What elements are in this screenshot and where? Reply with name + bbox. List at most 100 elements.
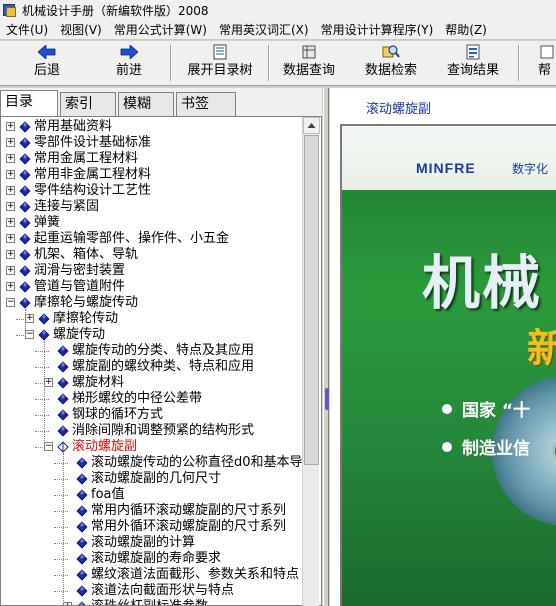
- tab-bookmarks[interactable]: 书签: [176, 92, 236, 116]
- scroll-up-button[interactable]: [303, 117, 320, 134]
- back-button[interactable]: 后退: [24, 43, 70, 83]
- tree-item-label: 螺旋传动: [53, 327, 106, 342]
- tree-item[interactable]: 滚动螺旋传动的公称直径d0和基本导: [1, 455, 321, 471]
- toolbar: 后退 前进 展开目录树 数据查询 数据检索 查询结果 帮: [0, 41, 556, 86]
- book-diamond-icon: [19, 169, 31, 181]
- menu-glossary[interactable]: 常用英汉词汇(X): [213, 20, 315, 40]
- expand-icon[interactable]: +: [44, 378, 53, 387]
- collapse-icon[interactable]: −: [25, 330, 34, 339]
- expand-icon[interactable]: +: [25, 314, 34, 323]
- tree-item[interactable]: 常用内循环滚动螺旋副的尺寸系列: [1, 503, 321, 519]
- expand-icon[interactable]: +: [6, 282, 15, 291]
- menu-help[interactable]: 帮助(Z): [439, 20, 493, 40]
- tree-item-label: 机架、箱体、导轨: [34, 247, 139, 262]
- tab-fuzzy[interactable]: 模糊: [118, 92, 174, 116]
- book-diamond-icon: [76, 569, 88, 581]
- expand-icon[interactable]: +: [6, 138, 15, 147]
- menu-view[interactable]: 视图(V): [54, 20, 108, 40]
- book-diamond-icon: [76, 489, 88, 501]
- tree-item[interactable]: 螺旋副的螺纹种类、特点和应用: [1, 359, 321, 375]
- expand-icon[interactable]: +: [6, 250, 15, 259]
- book-diamond-icon: [57, 361, 69, 373]
- tree-item[interactable]: + 常用非金属工程材料: [1, 167, 321, 183]
- cover-banner: [342, 126, 556, 190]
- tree-connector: [54, 591, 68, 592]
- tree-item[interactable]: − 滚动螺旋副: [1, 439, 321, 455]
- book-diamond-icon: [38, 313, 50, 325]
- tree-connector: [35, 415, 49, 416]
- expand-icon[interactable]: +: [6, 202, 15, 211]
- expand-icon[interactable]: +: [6, 186, 15, 195]
- result-list-icon: [464, 43, 482, 61]
- tree-item[interactable]: + 常用金属工程材料: [1, 151, 321, 167]
- tree-item[interactable]: 梯形螺纹的中径公差带: [1, 391, 321, 407]
- tree-item[interactable]: + 零件结构设计工艺性: [1, 183, 321, 199]
- book-diamond-icon: [19, 121, 31, 133]
- tree-item[interactable]: + 起重运输零部件、操作件、小五金: [1, 231, 321, 247]
- data-search-button[interactable]: 数据检索: [360, 43, 422, 83]
- tree-item[interactable]: + 摩擦轮传动: [1, 311, 321, 327]
- tree-item[interactable]: foa值: [1, 487, 321, 503]
- tree-item[interactable]: + 滚珠丝杠副标准参数: [1, 599, 321, 605]
- expand-toc-button[interactable]: 展开目录树: [180, 43, 260, 83]
- tree-item[interactable]: 消除间隙和调整预紧的结构形式: [1, 423, 321, 439]
- tree-item[interactable]: + 管道与管道附件: [1, 279, 321, 295]
- pane-splitter[interactable]: [323, 88, 329, 606]
- tree-item[interactable]: 滚动螺旋副的计算: [1, 535, 321, 551]
- tree-item-label: 摩擦轮与螺旋传动: [34, 295, 139, 310]
- expand-icon[interactable]: +: [6, 234, 15, 243]
- tree-item[interactable]: 滚动螺旋副的寿命要求: [1, 551, 321, 567]
- collapse-icon[interactable]: −: [44, 442, 53, 451]
- tree-item[interactable]: 螺纹滚道法面截形、参数关系和特点: [1, 567, 321, 583]
- query-result-button[interactable]: 查询结果: [442, 43, 504, 83]
- expand-icon[interactable]: +: [63, 602, 72, 605]
- scroll-thumb[interactable]: [304, 135, 319, 465]
- tree-item-label: 滚动螺旋副的计算: [91, 535, 196, 550]
- data-query-button[interactable]: 数据查询: [278, 43, 340, 83]
- tree-item[interactable]: + 常用基础资料: [1, 119, 321, 135]
- tab-contents[interactable]: 目录: [0, 90, 58, 116]
- expand-icon[interactable]: +: [6, 122, 15, 131]
- tree-item[interactable]: + 连接与紧固: [1, 199, 321, 215]
- tree-item[interactable]: 常用外循环滚动螺旋副的尺寸系列: [1, 519, 321, 535]
- expand-icon[interactable]: +: [6, 218, 15, 227]
- tree-item[interactable]: + 零部件设计基础标准: [1, 135, 321, 151]
- collapse-icon[interactable]: −: [6, 298, 15, 307]
- open-book-icon: [57, 441, 69, 453]
- tree-item-label: 滚珠丝杠副标准参数: [91, 599, 208, 605]
- tree-connector: [35, 431, 49, 432]
- forward-button[interactable]: 前进: [106, 43, 152, 83]
- book-diamond-icon: [76, 585, 88, 597]
- menu-design-programs[interactable]: 常用设计计算程序(Y): [315, 20, 440, 40]
- expand-icon[interactable]: +: [6, 266, 15, 275]
- help-button[interactable]: 帮: [538, 43, 556, 83]
- tree-connector: [54, 543, 68, 544]
- tree-item[interactable]: + 机架、箱体、导轨: [1, 247, 321, 263]
- menu-file[interactable]: 文件(U): [0, 20, 54, 40]
- splitter-handle[interactable]: [325, 388, 329, 410]
- tree-item[interactable]: + 润滑与密封装置: [1, 263, 321, 279]
- tree-item[interactable]: 滚道法向截面形状与特点: [1, 583, 321, 599]
- tree-item[interactable]: 螺旋传动的分类、特点及其应用: [1, 343, 321, 359]
- tree-item[interactable]: − 摩擦轮与螺旋传动: [1, 295, 321, 311]
- tree-item[interactable]: 钢球的循环方式: [1, 407, 321, 423]
- tree-connector: [35, 351, 49, 352]
- tree-item[interactable]: − 螺旋传动: [1, 327, 321, 343]
- tree-item[interactable]: + 弹簧: [1, 215, 321, 231]
- expand-icon[interactable]: +: [6, 154, 15, 163]
- title-bar: 机械设计手册（新编软件版）2008: [0, 0, 556, 20]
- tree-item-label: foa值: [91, 487, 125, 502]
- search-icon: [382, 43, 400, 61]
- tree-item[interactable]: + 螺旋材料: [1, 375, 321, 391]
- tree-item-label: 摩擦轮传动: [53, 311, 119, 326]
- menu-formula-calc[interactable]: 常用公式计算(W): [108, 20, 213, 40]
- book-diamond-icon: [76, 537, 88, 549]
- tree-scrollbar[interactable]: [302, 117, 320, 606]
- tree-item-label: 滚动螺旋副的几何尺寸: [91, 471, 222, 486]
- tree-item[interactable]: 滚动螺旋副的几何尺寸: [1, 471, 321, 487]
- book-diamond-icon: [19, 233, 31, 245]
- tree-item-label: 滚动螺旋传动的公称直径d0和基本导: [91, 455, 303, 470]
- book-diamond-icon: [19, 137, 31, 149]
- expand-icon[interactable]: +: [6, 170, 15, 179]
- tab-index[interactable]: 索引: [60, 92, 116, 116]
